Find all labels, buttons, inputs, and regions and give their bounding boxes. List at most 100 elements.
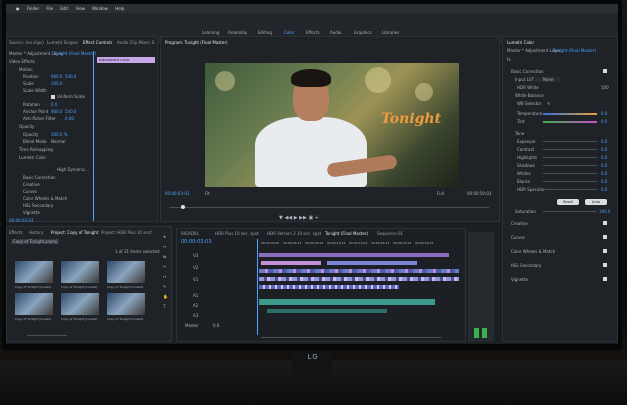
menu-file[interactable]: File — [46, 6, 53, 11]
rotation-value[interactable]: 0.0 — [51, 102, 57, 107]
row-lumetri-color[interactable]: Lumetri Color — [19, 155, 46, 160]
position-x-value[interactable]: 960.0 — [51, 74, 62, 79]
position-y-value[interactable]: 540.0 — [65, 74, 76, 79]
whites-slider[interactable] — [543, 173, 597, 174]
saturation-value[interactable]: 100.0 — [599, 209, 610, 214]
tab-effects[interactable]: Effects — [9, 230, 23, 235]
shadows-slider[interactable] — [543, 165, 597, 166]
program-playhead[interactable] — [181, 205, 185, 209]
fx-icon[interactable]: fx — [507, 57, 511, 62]
effect-playhead[interactable] — [93, 51, 94, 221]
tab-project-hdr[interactable]: Project: HDR Plus 10 sect — [101, 230, 152, 235]
lumetri-clip[interactable]: Tonight (Final Master) — [553, 48, 596, 53]
tab-effect-controls[interactable]: Effect Controls — [83, 40, 112, 45]
track-v3[interactable]: V3 — [193, 253, 198, 258]
ripple-edit-icon[interactable]: ↹ — [163, 254, 166, 259]
project-thumb[interactable] — [107, 293, 145, 315]
tint-value[interactable]: 0.0 — [601, 119, 607, 124]
row-opacity-group[interactable]: Opacity — [19, 124, 34, 129]
clip-title[interactable] — [327, 261, 417, 265]
menu-edit[interactable]: Edit — [60, 6, 68, 11]
tint-slider[interactable] — [543, 121, 597, 123]
tab-audio-clip-mixer[interactable]: Audio Clip Mixer: S — [117, 40, 154, 45]
razor-tool-icon[interactable]: ✂ — [163, 264, 166, 269]
row-time-remapping[interactable]: Time Remapping — [19, 147, 53, 152]
input-lut-dropdown[interactable]: None — [535, 77, 562, 82]
project-thumb[interactable] — [107, 261, 145, 283]
effect-timecode[interactable]: 00:00:03:03 — [9, 218, 33, 223]
track-select-icon[interactable]: ↦ — [163, 244, 166, 249]
curves-checkbox[interactable] — [603, 235, 607, 239]
workspace-color[interactable]: Color — [284, 30, 294, 35]
hdr-specular-value[interactable]: 0.0 — [601, 187, 607, 192]
workspace-graphics[interactable]: Graphics — [354, 30, 372, 35]
tab-lumetri-scopes[interactable]: Lumetri Scopes — [47, 40, 78, 45]
row-color-wheels[interactable]: Color Wheels & Match — [23, 196, 67, 201]
tone-heading[interactable]: Tone — [515, 131, 524, 136]
creative-checkbox[interactable] — [603, 221, 607, 225]
menu-finder[interactable]: Finder — [27, 6, 39, 11]
tab-sequence-tonight[interactable]: Tonight (Final Master) — [325, 231, 368, 236]
uniform-scale-checkbox[interactable] — [51, 95, 55, 99]
selection-tool-icon[interactable]: ➤ — [163, 234, 166, 239]
timeline-playhead[interactable] — [257, 239, 258, 335]
basic-correction-heading[interactable]: Basic Correction — [511, 69, 544, 74]
track-master[interactable]: Master — [185, 323, 199, 328]
temperature-slider[interactable] — [543, 113, 597, 115]
master-value[interactable]: 0.0 — [213, 323, 219, 328]
adjustment-clip-bar[interactable]: Adjustment Layer — [97, 57, 155, 63]
tab-sequence-01[interactable]: Sequence 01 — [377, 231, 403, 236]
anti-flicker-value[interactable]: 0.00 — [65, 116, 74, 121]
program-quality-dropdown[interactable]: Full — [437, 191, 444, 196]
opacity-value[interactable]: 100.0 % — [51, 132, 68, 137]
project-thumb[interactable] — [15, 261, 53, 283]
timeline-scrollbar[interactable] — [261, 337, 441, 338]
clip-audio-a2[interactable] — [267, 309, 387, 313]
hdr-white-value[interactable]: 100 — [601, 85, 609, 90]
track-a3[interactable]: A3 — [193, 313, 198, 318]
add-icon[interactable]: + — [315, 215, 319, 221]
type-tool-icon[interactable]: T — [163, 304, 165, 309]
exposure-value[interactable]: 0.0 — [601, 139, 607, 144]
blacks-slider[interactable] — [543, 181, 597, 182]
clip-title[interactable] — [261, 261, 321, 265]
tab-sequence-hdr-v2[interactable]: HDR Version 2 10 sec. spot — [267, 231, 321, 236]
tab-source[interactable]: Source: (no clips) — [9, 40, 44, 45]
eyedropper-icon[interactable]: ✎ — [547, 101, 550, 106]
workspace-audio[interactable]: Audio — [330, 30, 341, 35]
clip-video-v1b[interactable] — [259, 285, 399, 289]
row-creative[interactable]: Creative — [23, 182, 40, 187]
step-back-icon[interactable]: ◀◀ — [284, 215, 293, 221]
contrast-value[interactable]: 0.0 — [601, 147, 607, 152]
clip-video-v2[interactable] — [259, 269, 459, 273]
shadows-value[interactable]: 0.0 — [601, 163, 607, 168]
row-hsl-secondary[interactable]: HSL Secondary — [23, 203, 53, 208]
workspace-effects[interactable]: Effects — [306, 30, 320, 35]
contrast-slider[interactable] — [543, 149, 597, 150]
anchor-x-value[interactable]: 960.0 — [51, 109, 62, 114]
workspace-assembly[interactable]: Assembly — [228, 30, 247, 35]
project-thumb[interactable] — [61, 261, 99, 283]
row-motion[interactable]: Motion — [19, 67, 33, 72]
tab-sequence-hdr-plus[interactable]: HDR Plus 10 sec. spot — [215, 231, 259, 236]
section-curves[interactable]: Curves — [511, 235, 525, 240]
row-curves[interactable]: Curves — [23, 189, 37, 194]
blacks-value[interactable]: 0.0 — [601, 179, 607, 184]
section-hsl-secondary[interactable]: HSL Secondary — [511, 263, 541, 268]
lumetri-title[interactable]: Lumetri Color — [507, 40, 534, 45]
blend-mode-value[interactable]: Normal — [51, 139, 65, 144]
effect-clip[interactable]: Tonight (Final Master) — [53, 51, 96, 56]
vignette-checkbox[interactable] — [603, 277, 607, 281]
workspace-libraries[interactable]: Libraries — [382, 30, 399, 35]
saturation-slider[interactable] — [543, 211, 597, 212]
hand-tool-icon[interactable]: ✋ — [163, 294, 168, 299]
menu-window[interactable]: Window — [92, 6, 108, 11]
program-title[interactable]: Program: Tonight (Final Master) — [165, 40, 228, 45]
menu-view[interactable]: View — [75, 6, 85, 11]
workspace-learning[interactable]: Learning — [202, 30, 219, 35]
track-a2[interactable]: A2 — [193, 303, 198, 308]
scale-value[interactable]: 100.0 — [51, 81, 62, 86]
row-basic-correction[interactable]: Basic Correction — [23, 175, 56, 180]
track-v2[interactable]: V2 — [193, 265, 198, 270]
auto-button[interactable]: Auto — [585, 199, 607, 205]
